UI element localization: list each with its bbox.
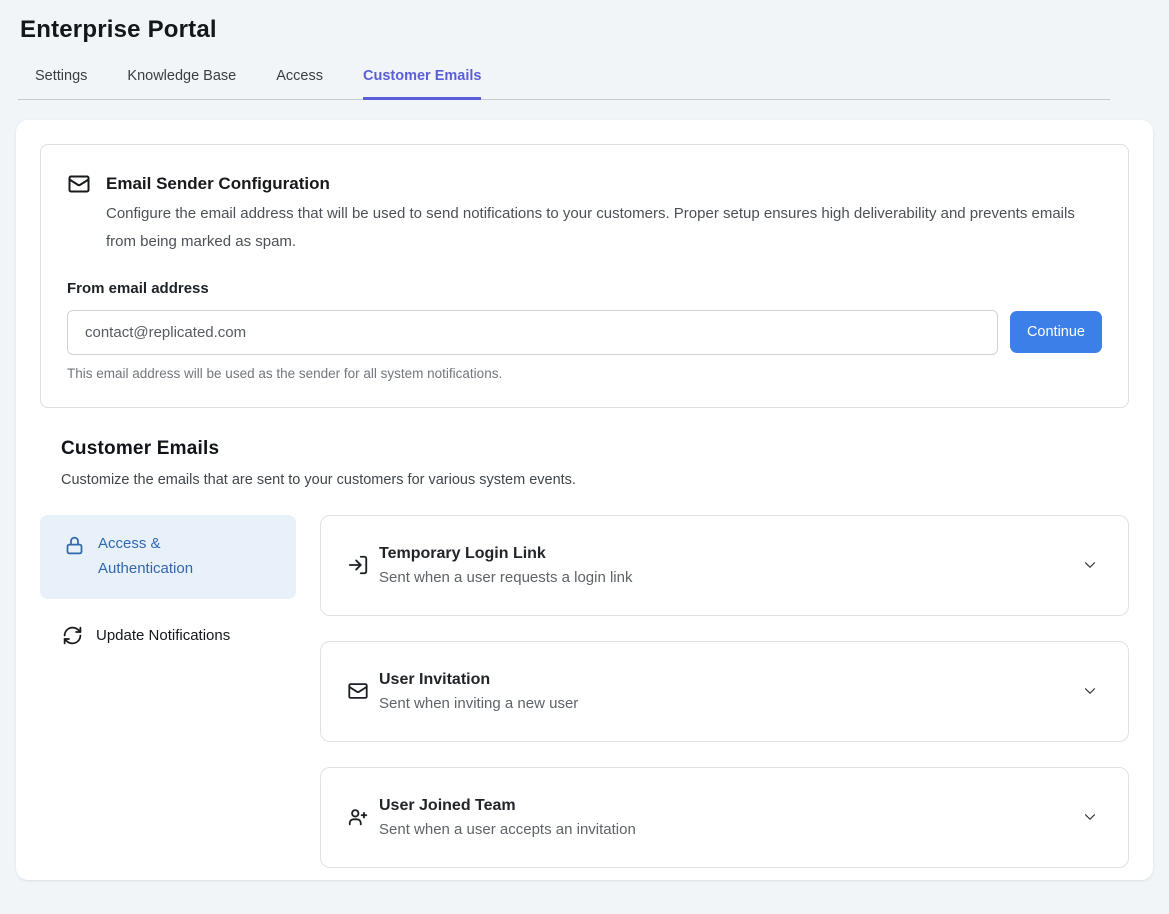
page-title: Enterprise Portal [20, 16, 1169, 44]
mail-icon [347, 680, 369, 702]
template-title: User Invitation [379, 671, 578, 689]
tab-customer-emails[interactable]: Customer Emails [363, 68, 481, 100]
chevron-down-icon[interactable] [1081, 556, 1099, 574]
chevron-down-icon[interactable] [1081, 682, 1099, 700]
email-category-list: Access & Authentication Update Notificat… [40, 515, 296, 868]
template-subtitle: Sent when a user accepts an invitation [379, 821, 636, 838]
category-label: Access & Authentication [98, 531, 258, 583]
template-subtitle: Sent when inviting a new user [379, 695, 578, 712]
from-email-input[interactable] [67, 310, 998, 355]
email-sender-config-card: Email Sender Configuration Configure the… [40, 144, 1129, 408]
login-icon [347, 554, 369, 576]
tab-bar: Settings Knowledge Base Access Customer … [18, 68, 1110, 100]
chevron-down-icon[interactable] [1081, 808, 1099, 826]
config-card-description: Configure the email address that will be… [106, 200, 1091, 256]
continue-button[interactable]: Continue [1010, 311, 1102, 353]
customer-emails-heading: Customer Emails [61, 438, 1129, 460]
category-access-authentication[interactable]: Access & Authentication [40, 515, 296, 600]
template-user-joined-team[interactable]: User Joined Team Sent when a user accept… [320, 767, 1129, 868]
config-card-title: Email Sender Configuration [106, 174, 330, 194]
template-subtitle: Sent when a user requests a login link [379, 569, 632, 586]
email-template-list: Temporary Login Link Sent when a user re… [320, 515, 1129, 868]
main-panel: Email Sender Configuration Configure the… [16, 120, 1153, 880]
template-temporary-login-link[interactable]: Temporary Login Link Sent when a user re… [320, 515, 1129, 616]
template-title: Temporary Login Link [379, 545, 632, 563]
customer-emails-subtitle: Customize the emails that are sent to yo… [61, 472, 1129, 488]
tab-settings[interactable]: Settings [35, 68, 87, 100]
from-email-helper-text: This email address will be used as the s… [67, 366, 1102, 381]
template-user-invitation[interactable]: User Invitation Sent when inviting a new… [320, 641, 1129, 742]
category-label: Update Notifications [96, 627, 230, 644]
from-email-label: From email address [67, 280, 1102, 297]
lock-icon [64, 535, 85, 556]
category-update-notifications[interactable]: Update Notifications [40, 617, 296, 654]
mail-icon [67, 172, 91, 196]
refresh-icon [62, 625, 83, 646]
tab-knowledge-base[interactable]: Knowledge Base [127, 68, 236, 100]
user-plus-icon [347, 806, 369, 828]
tab-access[interactable]: Access [276, 68, 323, 100]
template-title: User Joined Team [379, 797, 636, 815]
